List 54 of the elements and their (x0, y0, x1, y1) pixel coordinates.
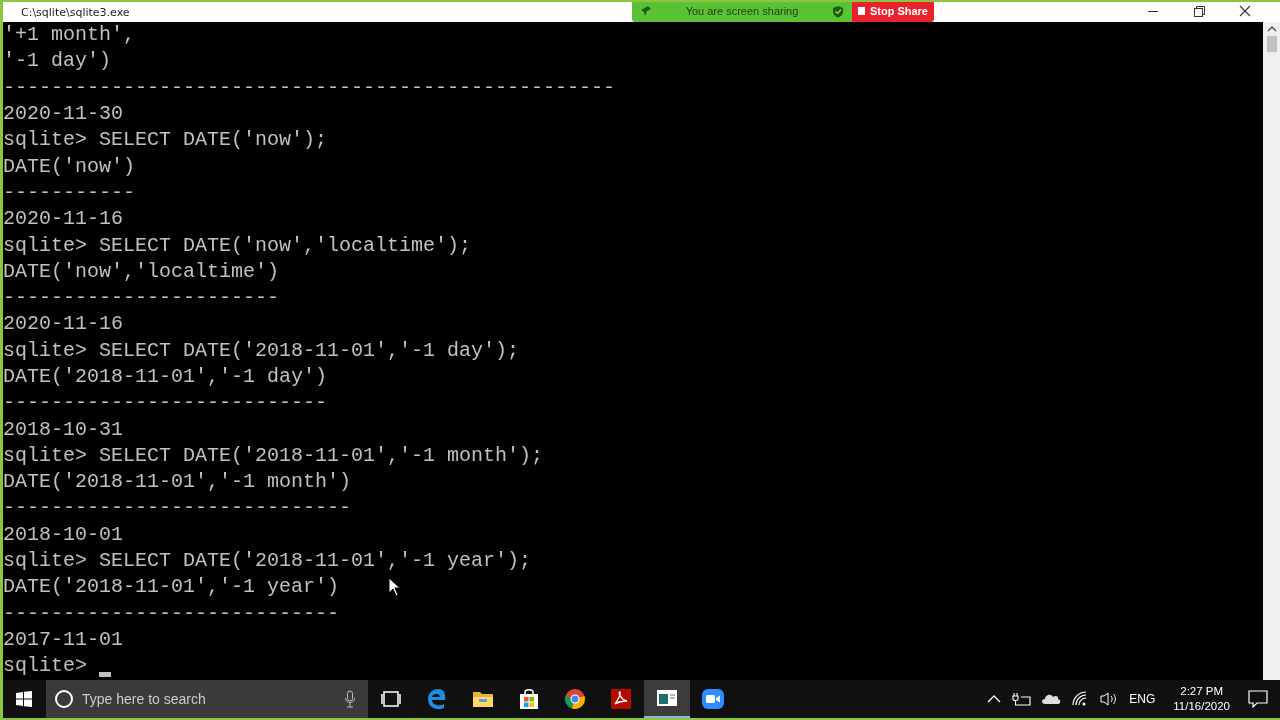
task-view-icon[interactable] (381, 690, 401, 708)
video-camera-icon[interactable] (701, 688, 725, 710)
console-line: ----------- (3, 179, 136, 206)
console-line: sqlite> SELECT DATE('2018-11-01','-1 month'); (3, 442, 544, 469)
console-line: 2020-11-16 (3, 311, 124, 338)
shopping-bag-icon[interactable] (518, 688, 540, 710)
console-line: 2017-11-01 (3, 626, 124, 653)
console-line: sqlite> SELECT DATE('2018-11-01','-1 year'); (3, 548, 532, 575)
console-line: sqlite> (3, 653, 87, 680)
pdf-icon[interactable] (610, 688, 632, 710)
scrollbar[interactable] (1263, 22, 1280, 680)
stop-share-button[interactable]: Stop Share (852, 2, 934, 22)
console-line: 2020-11-30 (3, 101, 124, 128)
console-line: sqlite> SELECT DATE('now'); (3, 127, 328, 154)
console-line: DATE('2018-11-01','-1 day') (3, 364, 328, 390)
window-title: C:\sqlite\sqlite3.exe (20, 5, 130, 19)
circle-icon (54, 689, 74, 709)
taskbar-button[interactable] (644, 680, 690, 718)
console-line: ---------------------------- (3, 600, 340, 627)
pin-icon[interactable] (640, 5, 652, 17)
chevron-up-icon[interactable] (987, 694, 1002, 704)
console-line: --------------------------------------------------- (3, 74, 616, 101)
console-line: sqlite> SELECT DATE('now','localtime'); (3, 232, 472, 259)
browser-icon[interactable] (426, 688, 448, 710)
microphone-icon[interactable] (344, 690, 356, 708)
console-line: DATE('2018-11-01','-1 year') (3, 574, 340, 601)
window-icon[interactable] (656, 689, 678, 707)
language-indicator[interactable]: ENG (1129, 692, 1156, 706)
console-line: ----------------------------- (3, 495, 352, 522)
search-input[interactable]: Type here to search (80, 690, 338, 708)
console-line: DATE('now') (3, 153, 136, 180)
console-line: 2018-10-01 (3, 521, 124, 548)
clock[interactable]: 2:27 PM 11/16/2020 (1173, 684, 1230, 714)
console-line: 2020-11-16 (3, 206, 124, 233)
console-line: DATE('now','localtime') (3, 258, 280, 285)
console-line: sqlite> SELECT DATE('2018-11-01','-1 day'); (3, 337, 520, 364)
console-line: DATE('2018-11-01','-1 month') (3, 469, 352, 496)
power-plug-icon[interactable] (1011, 692, 1032, 706)
round-logo-icon[interactable] (564, 688, 586, 710)
console-line: '+1 month', (3, 22, 136, 49)
console-line: --------------------------- (3, 390, 328, 417)
share-status-text: You are screen sharing (685, 5, 799, 17)
text-cursor (99, 672, 111, 678)
notification-icon[interactable] (1248, 690, 1268, 708)
cloud-icon[interactable] (1041, 693, 1062, 705)
console-line: '-1 day') (3, 48, 112, 75)
start-icon[interactable] (16, 691, 32, 707)
search-bar[interactable]: Type here to search (46, 680, 368, 718)
shield-icon (832, 4, 844, 18)
console-line: ----------------------- (3, 285, 280, 312)
mouse-pointer-icon (388, 577, 402, 597)
folder-icon[interactable] (472, 690, 494, 708)
scrollbar-thumb[interactable] (1266, 36, 1277, 52)
console-line: 2018-10-31 (3, 416, 124, 443)
